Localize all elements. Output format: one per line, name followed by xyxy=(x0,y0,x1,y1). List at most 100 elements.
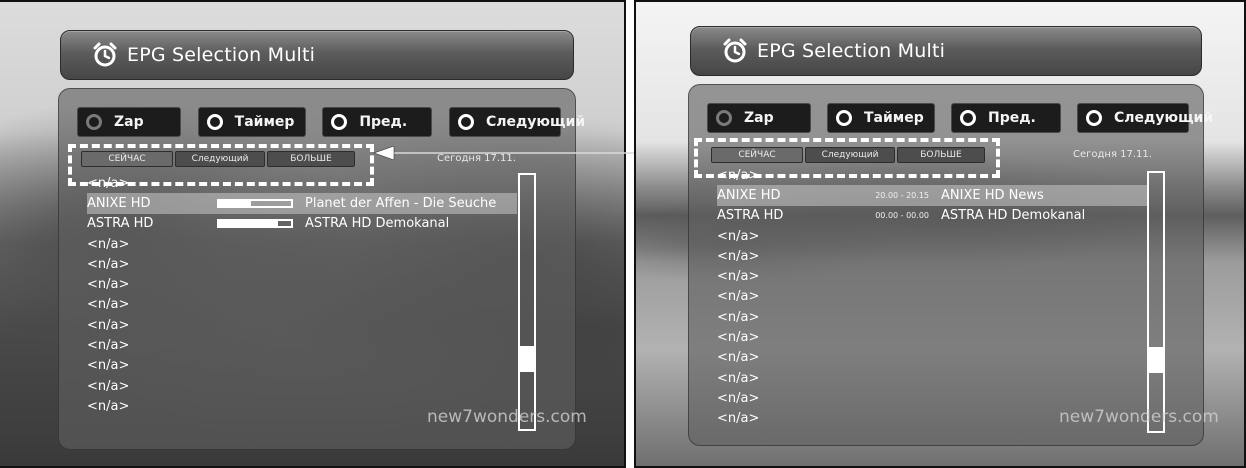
list-item[interactable]: <n/a> xyxy=(717,348,1147,368)
channel-name: ANIXE HD xyxy=(87,195,151,211)
tab-next[interactable]: Следующий xyxy=(175,151,265,167)
scrollbar[interactable] xyxy=(1147,171,1165,433)
channel-name: <n/a> xyxy=(717,248,760,264)
progress-fill xyxy=(219,221,279,227)
green-key-icon xyxy=(836,110,852,126)
next-button[interactable]: Следующий xyxy=(448,107,585,137)
epg-panel: Zap Таймер Пред. Следующий СЕЙЧАС Следую… xyxy=(688,84,1219,446)
next-label: Следующий xyxy=(1114,110,1214,126)
channel-name: <n/a> xyxy=(717,228,760,244)
scrollbar-thumb[interactable] xyxy=(520,346,534,372)
channel-name: <n/a> xyxy=(87,297,130,313)
yellow-key-icon xyxy=(960,110,976,126)
epg-tabs: СЕЙЧАС Следующий БОЛЬШЕ xyxy=(711,147,987,165)
list-item[interactable]: ASTRA HD ASTRA HD Demokanal xyxy=(87,214,517,234)
channel-name: <n/a> xyxy=(87,317,130,333)
list-item[interactable]: <n/a> xyxy=(717,226,1147,246)
epg-panel: Zap Таймер Пред. Следующий СЕЙЧАС Следую… xyxy=(58,88,587,450)
list-item[interactable]: <n/a> xyxy=(87,356,517,376)
list-item[interactable]: <n/a> xyxy=(717,368,1147,388)
channel-name: ASTRA HD xyxy=(717,208,784,224)
list-item[interactable]: <n/a> xyxy=(87,335,517,355)
tab-more[interactable]: БОЛЬШЕ xyxy=(267,151,355,167)
progress-bar xyxy=(217,198,293,208)
channel-name: <n/a> xyxy=(717,370,760,386)
timer-label: Таймер xyxy=(234,114,295,130)
list-item[interactable]: ANIXE HD Planet der Affen - Die Seuche xyxy=(87,193,517,214)
red-key-icon xyxy=(716,110,732,126)
program-title: ASTRA HD Demokanal xyxy=(305,216,450,232)
alarm-clock-icon xyxy=(723,38,747,63)
timer-button[interactable]: Таймер xyxy=(197,107,306,137)
channel-name: <n/a> xyxy=(87,378,130,394)
zap-label: Zap xyxy=(114,114,144,130)
next-label: Следующий xyxy=(485,114,586,130)
left-screenshot: EPG Selection Multi Zap Таймер Пред. Сле… xyxy=(0,0,626,468)
scrollbar[interactable] xyxy=(518,173,536,431)
color-button-row: Zap Таймер Пред. Следующий xyxy=(707,103,1213,133)
progress-bar xyxy=(217,219,293,229)
zap-label: Zap xyxy=(744,110,774,126)
progress-fill xyxy=(219,200,252,206)
blue-key-icon xyxy=(457,114,474,130)
prev-button[interactable]: Пред. xyxy=(951,103,1061,133)
list-item[interactable]: ANIXE HD 20.00 - 20.15 ANIXE HD News xyxy=(717,185,1147,206)
date-label: Сегодня 17.11. xyxy=(1073,149,1152,160)
green-key-icon xyxy=(206,114,223,130)
list-item[interactable]: <n/a> xyxy=(87,234,517,254)
channel-name: <n/a> xyxy=(87,358,130,374)
blue-key-icon xyxy=(1086,110,1102,126)
zap-button[interactable]: Zap xyxy=(707,103,811,133)
list-item[interactable]: <n/a> xyxy=(87,295,517,315)
prev-label: Пред. xyxy=(988,110,1036,126)
alarm-clock-icon xyxy=(93,42,117,67)
timer-button[interactable]: Таймер xyxy=(827,103,935,133)
list-item[interactable]: <n/a> xyxy=(717,388,1147,408)
list-item[interactable]: <n/a> xyxy=(87,274,517,294)
program-title: Planet der Affen - Die Seuche xyxy=(305,195,497,211)
prev-button[interactable]: Пред. xyxy=(322,107,433,137)
channel-name: <n/a> xyxy=(717,390,760,406)
list-item[interactable]: <n/a> xyxy=(717,246,1147,266)
page-title: EPG Selection Multi xyxy=(127,44,316,66)
channel-name: <n/a> xyxy=(87,277,130,293)
tab-now[interactable]: СЕЙЧАС xyxy=(711,147,803,163)
next-button[interactable]: Следующий xyxy=(1077,103,1213,133)
program-time: 20.00 - 20.15 xyxy=(875,190,929,200)
list-item[interactable]: <n/a> xyxy=(87,376,517,396)
list-item[interactable]: <n/a> xyxy=(87,173,517,193)
channel-name: ANIXE HD xyxy=(717,187,781,203)
list-item[interactable]: <n/a> xyxy=(87,254,517,274)
epg-tabs: СЕЙЧАС Следующий БОЛЬШЕ xyxy=(81,151,357,169)
channel-name: <n/a> xyxy=(717,330,760,346)
channel-name: <n/a> xyxy=(717,269,760,285)
list-item[interactable]: <n/a> xyxy=(717,327,1147,347)
list-item[interactable]: <n/a> xyxy=(717,165,1147,185)
list-item[interactable]: <n/a> xyxy=(717,266,1147,286)
prev-label: Пред. xyxy=(359,114,408,130)
title-bar: EPG Selection Multi xyxy=(690,26,1202,76)
channel-name: <n/a> xyxy=(717,289,760,305)
program-time: 00.00 - 00.00 xyxy=(875,211,929,221)
list-item[interactable]: ASTRA HD 00.00 - 00.00 ASTRA HD Demokanal xyxy=(717,206,1147,226)
channel-name: <n/a> xyxy=(717,411,760,427)
list-item[interactable]: <n/a> xyxy=(717,287,1147,307)
channel-name: <n/a> xyxy=(87,256,130,272)
zap-button[interactable]: Zap xyxy=(77,107,181,137)
list-item[interactable]: <n/a> xyxy=(87,315,517,335)
color-button-row: Zap Таймер Пред. Следующий xyxy=(77,107,585,137)
tab-now[interactable]: СЕЙЧАС xyxy=(81,151,173,167)
tab-next[interactable]: Следующий xyxy=(805,147,895,163)
list-item[interactable]: <n/a> xyxy=(717,307,1147,327)
channel-name: ASTRA HD xyxy=(87,216,154,232)
timer-label: Таймер xyxy=(864,110,924,126)
watermark: new7wonders.com xyxy=(1059,407,1219,427)
channel-name: <n/a> xyxy=(717,350,760,366)
scrollbar-thumb[interactable] xyxy=(1149,347,1163,373)
channel-name: <n/a> xyxy=(87,175,130,191)
red-key-icon xyxy=(86,114,102,130)
channel-name: <n/a> xyxy=(717,309,760,325)
tab-more[interactable]: БОЛЬШЕ xyxy=(897,147,985,163)
right-screenshot: EPG Selection Multi Zap Таймер Пред. Сле… xyxy=(634,0,1246,468)
channel-list: <n/a> ANIXE HD 20.00 - 20.15 ANIXE HD News A… xyxy=(717,165,1147,429)
